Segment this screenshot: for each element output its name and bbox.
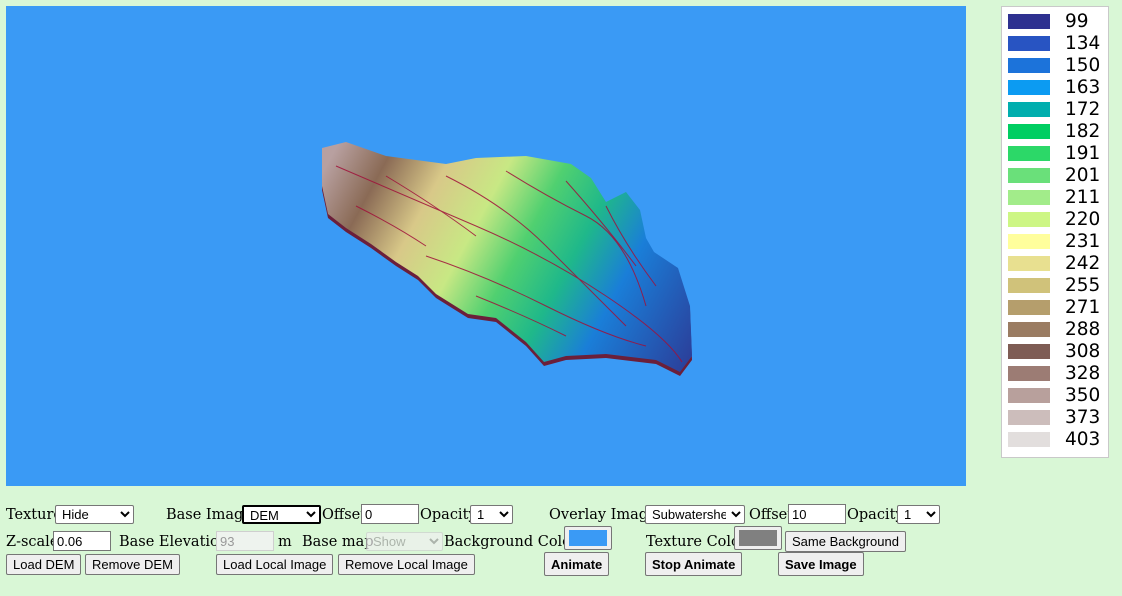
- legend-swatch: [1008, 190, 1050, 205]
- legend-swatch: [1008, 344, 1050, 359]
- base-map-label: Base map: [302, 534, 374, 550]
- save-image-button[interactable]: Save Image: [778, 552, 864, 576]
- base-offset-input[interactable]: [361, 504, 419, 524]
- legend-value: 308: [1065, 341, 1101, 362]
- legend-value: 288: [1065, 319, 1101, 340]
- legend-swatch: [1008, 80, 1050, 95]
- legend-swatch: [1008, 366, 1050, 381]
- legend-swatch: [1008, 300, 1050, 315]
- background-color-swatch: [569, 530, 607, 546]
- remove-dem-button[interactable]: Remove DEM: [85, 554, 180, 575]
- legend-swatch: [1008, 410, 1050, 425]
- legend-value: 242: [1065, 253, 1101, 274]
- legend-entry: 191: [1008, 143, 1108, 165]
- legend-entry: 231: [1008, 231, 1108, 253]
- legend-entry: 373: [1008, 407, 1108, 429]
- legend-entry: 172: [1008, 99, 1108, 121]
- legend-entry: 220: [1008, 209, 1108, 231]
- legend-value: 220: [1065, 209, 1101, 230]
- terrain-render: [322, 142, 692, 376]
- base-image-select[interactable]: DEM: [242, 505, 321, 524]
- legend-swatch: [1008, 432, 1050, 447]
- legend-entry: 271: [1008, 297, 1108, 319]
- legend-value: 134: [1065, 33, 1101, 54]
- legend-value: 328: [1065, 363, 1101, 384]
- background-color-picker[interactable]: [564, 526, 612, 550]
- legend-value: 350: [1065, 385, 1101, 406]
- legend-entry: 163: [1008, 77, 1108, 99]
- same-background-button[interactable]: Same Background: [785, 531, 906, 552]
- base-elevation-input[interactable]: [216, 531, 274, 551]
- legend-swatch: [1008, 388, 1050, 403]
- legend-entry: 182: [1008, 121, 1108, 143]
- load-dem-button[interactable]: Load DEM: [6, 554, 82, 575]
- stop-animate-button[interactable]: Stop Animate: [645, 552, 743, 576]
- base-opacity-select[interactable]: 1: [470, 505, 513, 524]
- overlay-image-label: Overlay Image: [549, 507, 657, 523]
- legend-swatch: [1008, 36, 1050, 51]
- legend-entry: 150: [1008, 55, 1108, 77]
- legend-value: 255: [1065, 275, 1101, 296]
- legend-entry: 99: [1008, 11, 1108, 33]
- legend-entry: 201: [1008, 165, 1108, 187]
- legend-entry: 403: [1008, 429, 1108, 451]
- base-offset-label: Offset: [322, 507, 367, 523]
- legend-swatch: [1008, 322, 1050, 337]
- legend-value: 172: [1065, 99, 1101, 120]
- overlay-offset-input[interactable]: [788, 504, 846, 524]
- legend-entry: 242: [1008, 253, 1108, 275]
- legend-value: 373: [1065, 407, 1101, 428]
- legend-swatch: [1008, 212, 1050, 227]
- terrain-surface: [322, 142, 692, 372]
- base-elevation-label: Base Elevation: [119, 534, 229, 550]
- texture-color-label: Texture Color: [646, 534, 747, 550]
- legend-value: 231: [1065, 231, 1101, 252]
- legend-swatch: [1008, 256, 1050, 271]
- legend-value: 211: [1065, 187, 1101, 208]
- legend-swatch: [1008, 146, 1050, 161]
- texture-label: Texture: [6, 507, 62, 523]
- base-opacity-label: Opacity: [420, 507, 477, 523]
- base-map-select[interactable]: Show: [366, 532, 443, 551]
- base-elevation-unit: m: [278, 534, 292, 550]
- texture-color-picker[interactable]: [734, 526, 782, 550]
- load-local-image-button[interactable]: Load Local Image: [216, 554, 334, 575]
- legend-value: 271: [1065, 297, 1101, 318]
- legend-swatch: [1008, 234, 1050, 249]
- legend-entry: 350: [1008, 385, 1108, 407]
- legend-swatch: [1008, 58, 1050, 73]
- base-image-label: Base Image: [166, 507, 252, 523]
- legend-swatch: [1008, 102, 1050, 117]
- overlay-opacity-select[interactable]: 1: [897, 505, 940, 524]
- texture-color-swatch: [739, 530, 777, 546]
- legend-value: 99: [1065, 11, 1089, 32]
- legend-entry: 255: [1008, 275, 1108, 297]
- legend-value: 150: [1065, 55, 1101, 76]
- legend-swatch: [1008, 14, 1050, 29]
- overlay-offset-label: Offset: [749, 507, 794, 523]
- overlay-opacity-label: Opacity: [847, 507, 904, 523]
- legend-value: 191: [1065, 143, 1101, 164]
- legend-value: 163: [1065, 77, 1101, 98]
- overlay-image-select[interactable]: Subwatershe: [645, 505, 745, 524]
- legend-entry: 211: [1008, 187, 1108, 209]
- remove-local-image-button[interactable]: Remove Local Image: [338, 554, 475, 575]
- legend-value: 201: [1065, 165, 1101, 186]
- legend-entry: 288: [1008, 319, 1108, 341]
- zscale-input[interactable]: [53, 531, 111, 551]
- zscale-label: Z-scale: [6, 534, 59, 550]
- legend-entry: 134: [1008, 33, 1108, 55]
- legend-swatch: [1008, 124, 1050, 139]
- legend-entry: 308: [1008, 341, 1108, 363]
- animate-button[interactable]: Animate: [544, 552, 610, 576]
- legend-value: 182: [1065, 121, 1101, 142]
- legend-swatch: [1008, 278, 1050, 293]
- terrain-viewport[interactable]: [6, 6, 966, 486]
- elevation-legend: 99 134 150 163 172 182 191 201 211 220 231 242 255 27…: [1001, 6, 1109, 458]
- legend-value: 403: [1065, 429, 1101, 450]
- legend-entry: 328: [1008, 363, 1108, 385]
- legend-swatch: [1008, 168, 1050, 183]
- background-color-label: Background Color: [444, 534, 578, 550]
- texture-select[interactable]: Hide: [55, 505, 134, 524]
